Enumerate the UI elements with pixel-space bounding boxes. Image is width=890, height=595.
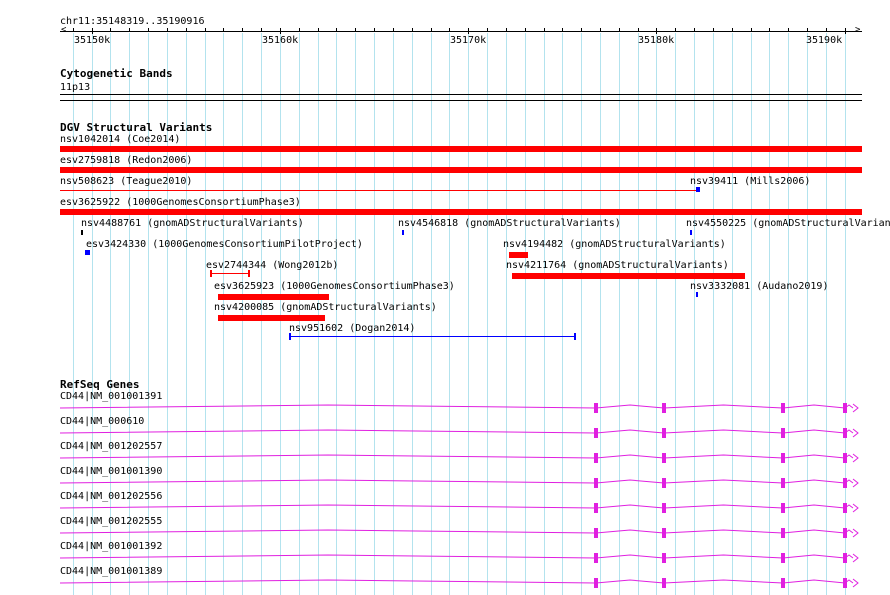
gene-exon[interactable] xyxy=(594,578,598,588)
gene-label[interactable]: CD44|NM_001001390 xyxy=(60,466,162,477)
gene-exon[interactable] xyxy=(594,403,598,413)
gene-intron-line[interactable] xyxy=(59,429,854,434)
gene-exon[interactable] xyxy=(781,453,785,463)
gene-label[interactable]: CD44|NM_000610 xyxy=(60,416,144,427)
gene-exon[interactable] xyxy=(781,478,785,488)
strand-arrow-icon xyxy=(852,528,859,538)
gene-intron-line[interactable] xyxy=(59,404,854,409)
gene-intron-line[interactable] xyxy=(59,504,854,509)
gene-label[interactable]: CD44|NM_001202557 xyxy=(60,441,162,452)
gene-exon[interactable] xyxy=(662,403,666,413)
gene-exon[interactable] xyxy=(843,578,847,588)
gene-exon[interactable] xyxy=(594,478,598,488)
strand-arrow-icon xyxy=(852,428,859,438)
genome-browser-panel: chr11:35148319..35190916 < > 35150k 35160… xyxy=(0,0,890,595)
gene-glyphs xyxy=(59,403,859,588)
gene-exon[interactable] xyxy=(781,503,785,513)
gene-exon[interactable] xyxy=(781,403,785,413)
gene-exon[interactable] xyxy=(781,528,785,538)
strand-arrow-icon xyxy=(852,578,859,588)
gene-exon[interactable] xyxy=(662,428,666,438)
gene-exon[interactable] xyxy=(662,503,666,513)
gene-exon[interactable] xyxy=(662,453,666,463)
gene-label[interactable]: CD44|NM_001001389 xyxy=(60,566,162,577)
strand-arrow-icon xyxy=(852,453,859,463)
gene-intron-line[interactable] xyxy=(59,479,854,484)
gene-exon[interactable] xyxy=(843,428,847,438)
gene-label[interactable]: CD44|NM_001202555 xyxy=(60,516,162,527)
gene-exon[interactable] xyxy=(594,528,598,538)
gene-intron-line[interactable] xyxy=(59,554,854,559)
strand-arrow-icon xyxy=(852,478,859,488)
gene-label[interactable]: CD44|NM_001001392 xyxy=(60,541,162,552)
gene-label[interactable]: CD44|NM_001202556 xyxy=(60,491,162,502)
gene-exon[interactable] xyxy=(594,553,598,563)
gene-exon[interactable] xyxy=(781,553,785,563)
gene-exon[interactable] xyxy=(662,528,666,538)
gene-exon[interactable] xyxy=(843,403,847,413)
gene-exon[interactable] xyxy=(843,553,847,563)
strand-arrow-icon xyxy=(852,403,859,413)
gene-exon[interactable] xyxy=(662,478,666,488)
gene-intron-line[interactable] xyxy=(59,454,854,459)
strand-arrow-icon xyxy=(852,503,859,513)
strand-arrow-icon xyxy=(852,553,859,563)
gene-exon[interactable] xyxy=(594,453,598,463)
gene-exon[interactable] xyxy=(594,428,598,438)
gene-exon[interactable] xyxy=(843,478,847,488)
gene-exon[interactable] xyxy=(662,553,666,563)
gene-exon[interactable] xyxy=(594,503,598,513)
gene-exon[interactable] xyxy=(781,578,785,588)
gene-exon[interactable] xyxy=(781,428,785,438)
gene-exon[interactable] xyxy=(662,578,666,588)
gene-intron-line[interactable] xyxy=(59,529,854,534)
gene-label[interactable]: CD44|NM_001001391 xyxy=(60,391,162,402)
gene-exon[interactable] xyxy=(843,453,847,463)
gene-intron-line[interactable] xyxy=(59,579,854,584)
gene-exon[interactable] xyxy=(843,528,847,538)
gene-exon[interactable] xyxy=(843,503,847,513)
